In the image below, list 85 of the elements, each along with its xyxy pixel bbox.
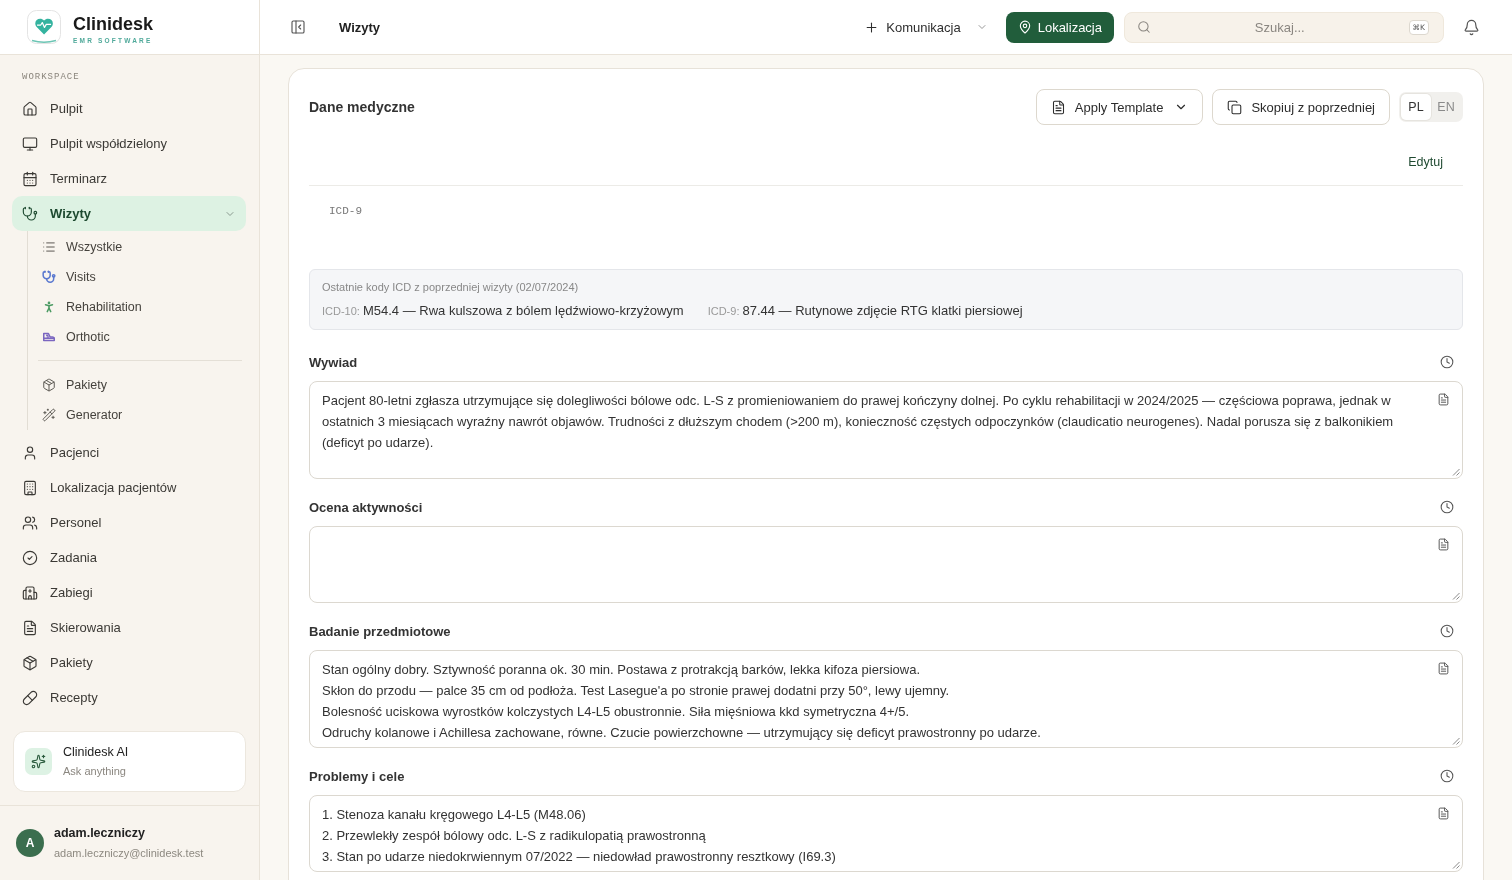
nav-item[interactable]: Zadania bbox=[12, 540, 246, 575]
page-title: Wizyty bbox=[339, 19, 381, 35]
history-icon[interactable] bbox=[1440, 355, 1454, 369]
stethoscope-icon bbox=[22, 205, 38, 222]
code-label: ICD-9 bbox=[329, 205, 362, 217]
code-system-label: ICD-9: bbox=[707, 305, 740, 317]
location-button[interactable]: Lokalizacja bbox=[1005, 11, 1114, 43]
plus-icon bbox=[864, 19, 880, 35]
magic-wand-icon bbox=[42, 408, 56, 422]
hospital-icon bbox=[22, 584, 38, 601]
section-title: Wywiad bbox=[309, 354, 358, 370]
nav-item[interactable]: Recepty bbox=[12, 680, 246, 715]
code-description: M54.4 — Rwa kulszowa z bólem lędźwiowo-krzyżowym bbox=[362, 303, 684, 318]
user-avatar: A bbox=[16, 829, 44, 857]
sparkles-icon bbox=[25, 748, 52, 775]
building-icon bbox=[22, 479, 38, 496]
search-input[interactable]: Szukaj... bbox=[1159, 17, 1401, 37]
notes-field[interactable] bbox=[309, 526, 1463, 603]
document-icon[interactable] bbox=[1437, 807, 1450, 820]
document-icon bbox=[1050, 99, 1066, 115]
brand-name: Clinidesk bbox=[73, 13, 154, 34]
list-icon bbox=[42, 240, 56, 254]
resize-handle-icon[interactable] bbox=[1452, 861, 1460, 869]
nav-item[interactable]: Pulpit współdzielony bbox=[12, 126, 246, 161]
document-icon[interactable] bbox=[1437, 393, 1450, 406]
assistant-subtitle: Ask anything bbox=[63, 764, 127, 778]
copy-icon bbox=[1227, 99, 1243, 115]
section-title: Badanie przedmiotowe bbox=[309, 623, 451, 639]
notes-field[interactable]: Pacjent 80-letni zgłasza utrzymujące się dolegliwości bólowe odc. L-S z promieniowaniem do prawej kończyny dolnej. Po cyklu rehabilitacji w 2024/2025 — częściowa poprawa, jednak w ostatnich 3 miesiącach wyraźny nawrót objawów. Trudności z dłuższym chodem (>200 m), konieczność częstych odpoczynków (claudicatio neurogenes). Nadal porusza się z balkonikiem (deficyt po udarze). bbox=[309, 381, 1463, 479]
monitor-icon bbox=[22, 135, 38, 152]
submenu-item[interactable]: Pakiety bbox=[28, 370, 246, 400]
assistant-title: Clinidesk AI bbox=[63, 745, 129, 760]
map-pin-icon bbox=[1017, 20, 1032, 34]
submenu-item[interactable]: Orthotic bbox=[28, 322, 246, 352]
code-system-label: ICD-10: bbox=[322, 305, 360, 317]
home-icon bbox=[22, 100, 38, 117]
assistant-card[interactable]: Clinidesk AI Ask anything bbox=[13, 731, 246, 792]
bell-icon bbox=[1462, 18, 1480, 36]
history-icon[interactable] bbox=[1440, 769, 1454, 783]
card-title: Dane medyczne bbox=[309, 99, 415, 115]
package-icon bbox=[42, 378, 56, 392]
user-icon bbox=[22, 444, 38, 461]
user-name: adam.leczniczy bbox=[54, 826, 146, 841]
previous-codes-title: Ostatnie kody ICD z poprzedniej wizyty (02/07/2024) bbox=[322, 280, 580, 295]
copy-previous-button[interactable]: Skopiuj z poprzedniej bbox=[1212, 89, 1390, 125]
nav-item[interactable]: Pacjenci bbox=[12, 435, 246, 470]
section-title: Ocena aktywności bbox=[309, 499, 423, 515]
nav-item[interactable]: Lokalizacja pacjentów bbox=[12, 470, 246, 505]
nav-item[interactable]: Pakiety bbox=[12, 645, 246, 680]
submenu-item[interactable]: Rehabilitation bbox=[28, 292, 246, 322]
communication-button[interactable]: Komunikacja bbox=[856, 11, 996, 43]
history-icon[interactable] bbox=[1440, 500, 1454, 514]
calendar-icon bbox=[22, 170, 38, 187]
nav-item[interactable]: Skierowania bbox=[12, 610, 246, 645]
submenu-item[interactable]: Visits bbox=[28, 262, 246, 292]
history-icon[interactable] bbox=[1440, 624, 1454, 638]
submenu-item[interactable]: Generator bbox=[28, 400, 246, 430]
nav-item[interactable]: Wizyty bbox=[12, 196, 246, 231]
document-icon[interactable] bbox=[1437, 538, 1450, 551]
heart-logo-icon bbox=[27, 10, 61, 44]
code-description: 87.44 — Rutynowe zdjęcie RTG klatki piersiowej bbox=[742, 303, 1023, 318]
nav-item[interactable]: Terminarz bbox=[12, 161, 246, 196]
edit-link[interactable]: Edytuj bbox=[1408, 148, 1443, 176]
search-icon bbox=[1137, 20, 1151, 34]
nav-item[interactable]: Pulpit bbox=[12, 91, 246, 126]
submenu-item[interactable]: Wszystkie bbox=[28, 232, 246, 262]
nav-item[interactable]: Personel bbox=[12, 505, 246, 540]
panel-icon bbox=[290, 19, 306, 35]
notes-field[interactable]: Stan ogólny dobry. Sztywność poranna ok. 30 min. Postawa z protrakcją barków, lekka kifoza piersiowa. Skłon do przodu — palce 35 cm od podłoża. Test Lasegue'a po stronie prawej dodatni przy 50°, lewy ujemny. Bolesność uciskowa wyrostków kolczystych L4-L5 obustronnie. Siła mięśniowa kkd symetryczna 4+/5. Odruchy kolanowe i Achillesa zachowane, równe. Czucie powierzchowne — utrzymujący się deficyt prawostronny po udarze. bbox=[309, 650, 1463, 748]
language-tab[interactable]: PL bbox=[1401, 94, 1431, 120]
check-circle-icon bbox=[22, 549, 38, 566]
users-icon bbox=[22, 514, 38, 531]
user-email: adam.leczniczy@clinidesk.test bbox=[54, 846, 204, 860]
apply-template-button[interactable]: Apply Template bbox=[1035, 89, 1204, 125]
section-title: Problemy i cele bbox=[309, 768, 405, 784]
resize-handle-icon[interactable] bbox=[1452, 592, 1460, 600]
section-label: WORKSPACE bbox=[22, 71, 81, 83]
package-icon bbox=[22, 654, 38, 671]
notes-field[interactable]: 1. Stenoza kanału kręgowego L4-L5 (M48.06) 2. Przewlekły zespół bólowy odc. L-S z radikulopatią prawostronną 3. Stan po udarze niedokrwiennym 07/2022 — niedowład prawostronny resztkowy (I69.3) bbox=[309, 795, 1463, 872]
resize-handle-icon[interactable] bbox=[1452, 737, 1460, 745]
nav-item[interactable]: Zabiegi bbox=[12, 575, 246, 610]
pill-icon bbox=[22, 689, 38, 706]
resize-handle-icon[interactable] bbox=[1452, 468, 1460, 476]
document-icon[interactable] bbox=[1437, 662, 1450, 675]
document-icon bbox=[22, 619, 38, 636]
